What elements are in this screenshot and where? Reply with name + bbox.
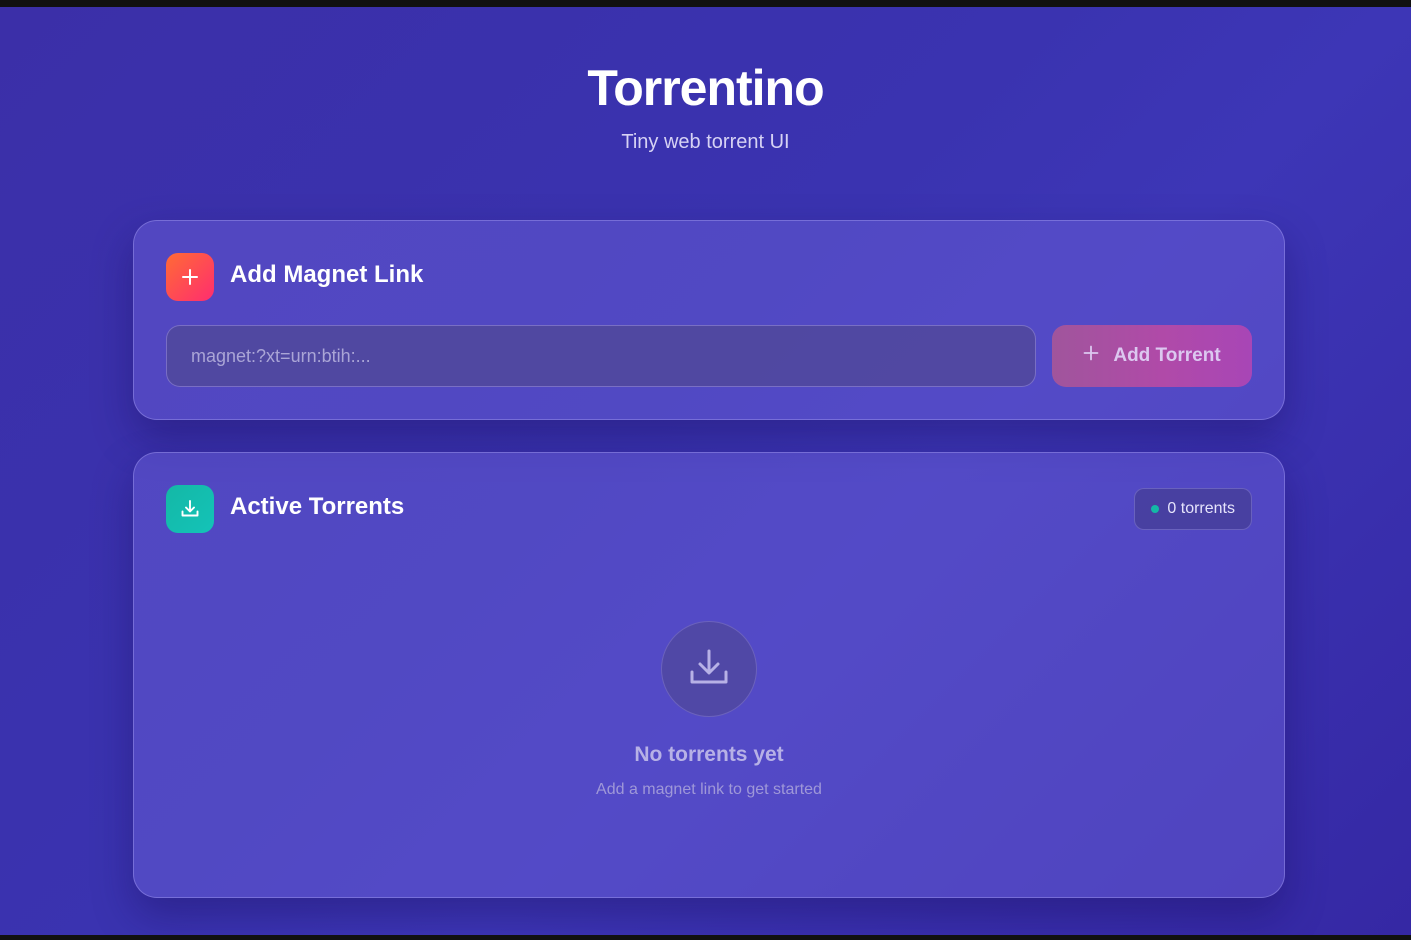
app-subtitle: Tiny web torrent UI bbox=[621, 131, 790, 153]
add-torrent-label: Add Torrent bbox=[1113, 345, 1221, 366]
plus-icon bbox=[166, 253, 214, 301]
download-icon bbox=[166, 485, 214, 533]
add-torrent-button[interactable]: Add Torrent bbox=[1052, 325, 1252, 387]
active-torrents-card: Active Torrents 0 torrents No torrents y… bbox=[133, 452, 1285, 898]
add-magnet-title: Add Magnet Link bbox=[230, 261, 424, 288]
magnet-link-input[interactable] bbox=[166, 325, 1036, 387]
add-magnet-card: Add Magnet Link Add Torrent bbox=[133, 220, 1285, 420]
empty-state-subtitle: Add a magnet link to get started bbox=[596, 781, 822, 798]
download-icon bbox=[687, 645, 731, 694]
torrent-count-label: 0 torrents bbox=[1167, 500, 1235, 517]
app-title: Torrentino bbox=[587, 60, 824, 116]
empty-state-icon-circle bbox=[661, 621, 757, 717]
status-dot bbox=[1151, 505, 1160, 513]
plus-icon bbox=[1083, 345, 1099, 367]
active-torrents-title: Active Torrents bbox=[230, 493, 405, 520]
app-window: Torrentino Tiny web torrent UI Add Magne… bbox=[0, 7, 1411, 935]
empty-state-title: No torrents yet bbox=[634, 743, 784, 766]
torrent-count-badge: 0 torrents bbox=[1134, 488, 1252, 530]
